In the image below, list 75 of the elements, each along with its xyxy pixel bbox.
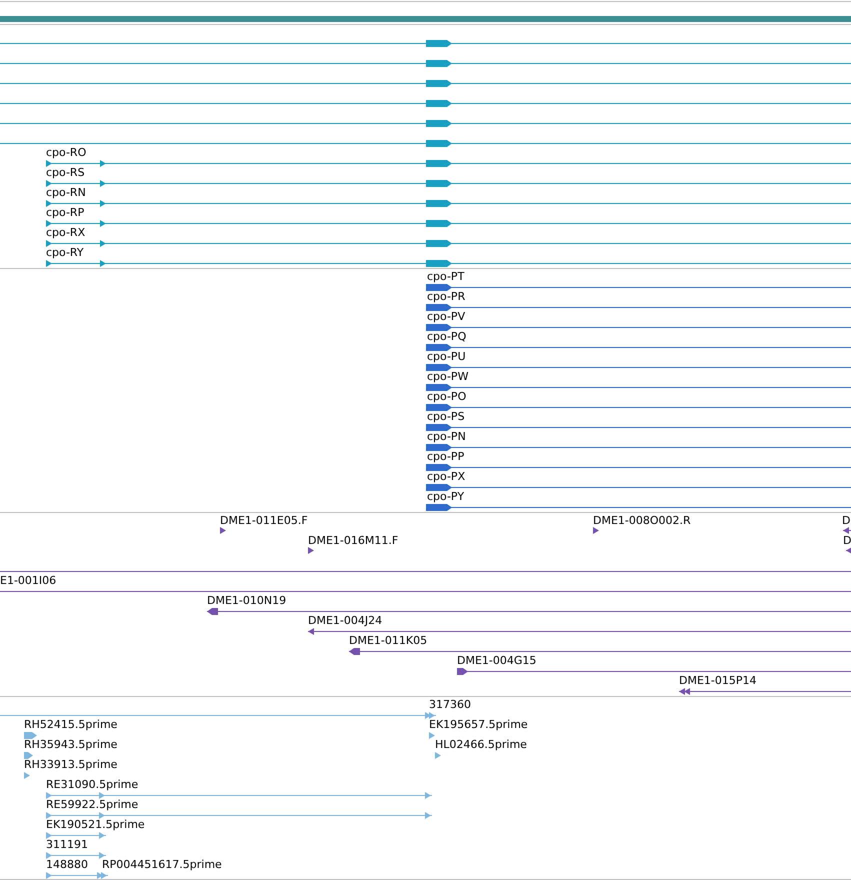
feature-label: DME1-008O002.R: [593, 514, 691, 528]
feature-glyph[interactable]: [426, 343, 851, 351]
feature-label: cpo-PW: [427, 370, 468, 384]
feature-label: cpo-PY: [427, 490, 464, 504]
feature-label: 148880: [46, 858, 88, 872]
feature-label: D: [842, 514, 850, 528]
feature-label: cpo-PU: [427, 350, 466, 364]
feature-label: cpo-RS: [46, 166, 85, 180]
feature-label: RH33913.5prime: [24, 758, 118, 772]
feature-label: cpo-PN: [427, 430, 466, 444]
feature-glyph[interactable]: [0, 39, 851, 47]
feature-label: cpo-PO: [427, 390, 466, 404]
feature-glyph[interactable]: [207, 607, 851, 615]
feature-glyph[interactable]: [0, 59, 851, 67]
feature-label: RH35943.5prime: [24, 738, 118, 752]
feature-glyph[interactable]: [846, 546, 851, 554]
feature-glyph[interactable]: [843, 526, 851, 534]
feature-label: cpo-RY: [46, 246, 84, 260]
feature-label: cpo-RX: [46, 226, 86, 240]
feature-label: cpo-PS: [427, 410, 465, 424]
feature-glyph[interactable]: [426, 483, 851, 491]
feature-glyph[interactable]: [426, 363, 851, 371]
feature-label: RP004451617.5prime: [102, 858, 222, 872]
feature-glyph[interactable]: [0, 139, 851, 147]
feature-glyph[interactable]: [426, 383, 851, 391]
feature-glyph[interactable]: [426, 283, 851, 291]
feature-label: cpo-PV: [427, 310, 466, 324]
feature-label: DME1-004G15: [457, 654, 536, 668]
feature-glyph[interactable]: [46, 159, 851, 167]
feature-glyph[interactable]: [308, 627, 851, 635]
feature-label: DME1-004J24: [308, 614, 382, 628]
feature-glyph[interactable]: [0, 99, 851, 107]
feature-label: cpo-PP: [427, 450, 464, 464]
feature-label: HL02466.5prime: [435, 738, 527, 752]
feature-glyph[interactable]: [0, 119, 851, 127]
feature-glyph[interactable]: [46, 179, 851, 187]
feature-label: D: [843, 534, 851, 548]
feature-glyph[interactable]: [46, 259, 851, 267]
feature-label: RE31090.5prime: [46, 778, 138, 792]
feature-label: E1-001I06: [0, 574, 56, 588]
feature-label: RE59922.5prime: [46, 798, 138, 812]
feature-label: DME1-016M11.F: [308, 534, 398, 548]
feature-glyph[interactable]: [457, 667, 851, 675]
feature-label: cpo-PT: [427, 270, 464, 284]
feature-label: cpo-RP: [46, 206, 84, 220]
feature-glyph[interactable]: [426, 463, 851, 471]
feature-glyph[interactable]: [593, 526, 600, 534]
feature-glyph[interactable]: [426, 323, 851, 331]
feature-label: RH52415.5prime: [24, 718, 118, 732]
feature-glyph[interactable]: [426, 443, 851, 451]
feature-label: DME1-015P14: [679, 674, 757, 688]
feature-label: cpo-RN: [46, 186, 86, 200]
feature-glyph[interactable]: [46, 239, 851, 247]
feature-glyph[interactable]: [426, 403, 851, 411]
feature-label: EK195657.5prime: [429, 718, 528, 732]
feature-glyph[interactable]: [46, 199, 851, 207]
feature-label: cpo-PQ: [427, 330, 466, 344]
feature-glyph[interactable]: [349, 647, 851, 655]
feature-label: DME1-011E05.F: [220, 514, 308, 528]
feature-label: cpo-PR: [427, 290, 466, 304]
feature-label: 311191: [46, 838, 88, 852]
feature-label: DME1-010N19: [207, 594, 286, 608]
feature-glyph[interactable]: [308, 546, 315, 554]
feature-label: cpo-PX: [427, 470, 466, 484]
feature-label: cpo-RO: [46, 146, 86, 160]
feature-glyph[interactable]: [426, 303, 851, 311]
feature-glyph[interactable]: [46, 219, 851, 227]
feature-glyph[interactable]: [0, 79, 851, 87]
feature-label: 317360: [429, 698, 471, 712]
feature-glyph[interactable]: [679, 687, 851, 695]
feature-label: DME1-011K05: [349, 634, 428, 648]
feature-glyph[interactable]: [220, 526, 227, 534]
feature-glyph[interactable]: [426, 423, 851, 431]
feature-label: EK190521.5prime: [46, 818, 145, 832]
feature-glyph[interactable]: [426, 503, 851, 511]
